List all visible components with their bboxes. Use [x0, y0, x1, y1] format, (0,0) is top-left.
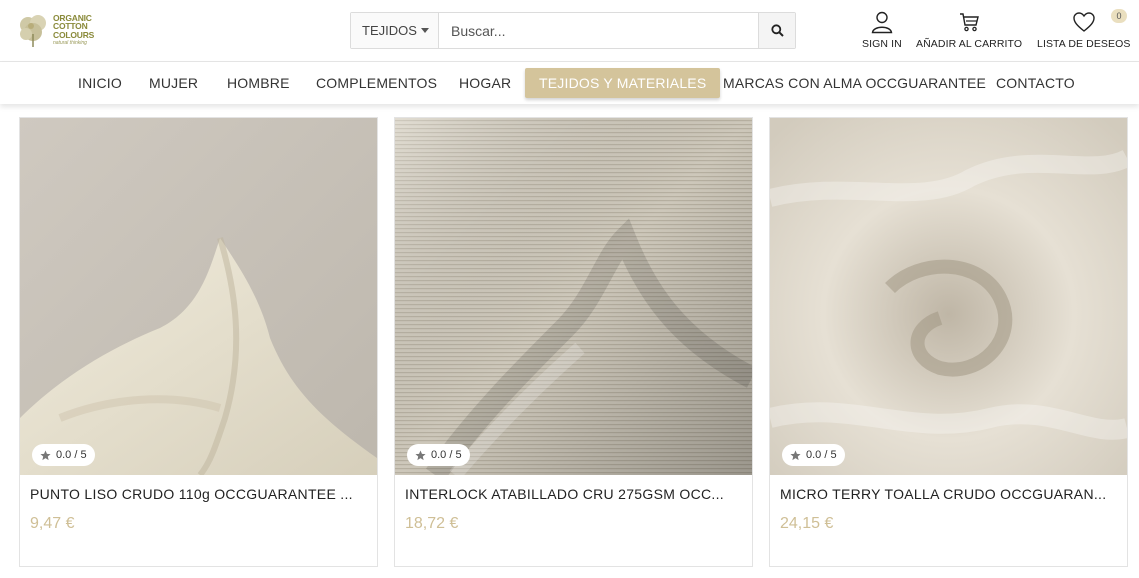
star-icon — [790, 449, 801, 460]
cart-label: AÑADIR AL CARRITO — [916, 38, 1023, 50]
product-image[interactable]: 0.0 / 5 — [395, 118, 752, 475]
site-header: ORGANIC COTTON COLOURS natural thinking … — [0, 0, 1139, 62]
sign-in-link[interactable]: SIGN IN — [862, 10, 902, 50]
cart-link[interactable]: AÑADIR AL CARRITO — [916, 10, 1022, 50]
nav-item-inicio[interactable]: INICIO — [78, 68, 122, 98]
product-title[interactable]: INTERLOCK ATABILLADO CRU 275GSM OCC... — [405, 486, 745, 502]
nav-item-mujer[interactable]: MUJER — [149, 68, 198, 98]
product-image[interactable]: 0.0 / 5 — [20, 118, 377, 475]
sign-in-label: SIGN IN — [862, 38, 902, 50]
nav-item-hombre[interactable]: HOMBRE — [227, 68, 290, 98]
cotton-plant-icon — [17, 12, 51, 48]
nav-item-hogar[interactable]: HOGAR — [459, 68, 511, 98]
wishlist-label: LISTA DE DESEOS — [1037, 38, 1131, 50]
product-image[interactable]: 0.0 / 5 — [770, 118, 1127, 475]
product-price: 24,15 € — [780, 515, 834, 532]
nav-item-marcas-con-alma[interactable]: MARCAS CON ALMA OCCGUARANTEE — [723, 68, 986, 98]
wishlist-count-badge: 0 — [1111, 9, 1127, 23]
rating-value: 0.0 / 5 — [56, 449, 87, 461]
product-card[interactable]: 0.0 / 5 MICRO TERRY TOALLA CRUDO OCCGUAR… — [769, 117, 1128, 567]
rating-badge: 0.0 / 5 — [782, 444, 845, 466]
nav-item-contacto[interactable]: CONTACTO — [996, 68, 1075, 98]
product-card[interactable]: 0.0 / 5 PUNTO LISO CRUDO 110g OCCGUARANT… — [19, 117, 378, 567]
brand-logo[interactable]: ORGANIC COTTON COLOURS natural thinking — [17, 11, 99, 49]
search-category-label: TEJIDOS — [362, 23, 417, 38]
rating-value: 0.0 / 5 — [806, 449, 837, 461]
main-navigation: INICIO MUJER HOMBRE COMPLEMENTOS HOGAR T… — [0, 62, 1139, 104]
user-icon — [871, 11, 893, 34]
rating-badge: 0.0 / 5 — [407, 444, 470, 466]
search-category-select[interactable]: TEJIDOS — [351, 13, 439, 48]
caret-down-icon — [420, 28, 429, 33]
search-bar: TEJIDOS — [350, 12, 796, 49]
brand-wordmark: ORGANIC COTTON COLOURS natural thinking — [53, 12, 95, 47]
cart-icon — [960, 13, 979, 32]
product-price: 18,72 € — [405, 515, 459, 532]
product-price: 9,47 € — [30, 515, 75, 532]
star-icon — [415, 449, 426, 460]
rating-badge: 0.0 / 5 — [32, 444, 95, 466]
product-title[interactable]: MICRO TERRY TOALLA CRUDO OCCGUARAN... — [780, 486, 1120, 502]
nav-item-complementos[interactable]: COMPLEMENTOS — [316, 68, 437, 98]
search-input[interactable] — [439, 13, 758, 48]
rating-value: 0.0 / 5 — [431, 449, 462, 461]
search-button[interactable] — [758, 13, 795, 48]
product-title[interactable]: PUNTO LISO CRUDO 110g OCCGUARANTEE ... — [30, 486, 370, 502]
search-icon — [770, 24, 784, 37]
nav-item-tejidos-y-materiales[interactable]: TEJIDOS Y MATERIALES — [525, 68, 721, 98]
heart-icon — [1073, 12, 1095, 32]
star-icon — [40, 449, 51, 460]
product-card[interactable]: 0.0 / 5 INTERLOCK ATABILLADO CRU 275GSM … — [394, 117, 753, 567]
